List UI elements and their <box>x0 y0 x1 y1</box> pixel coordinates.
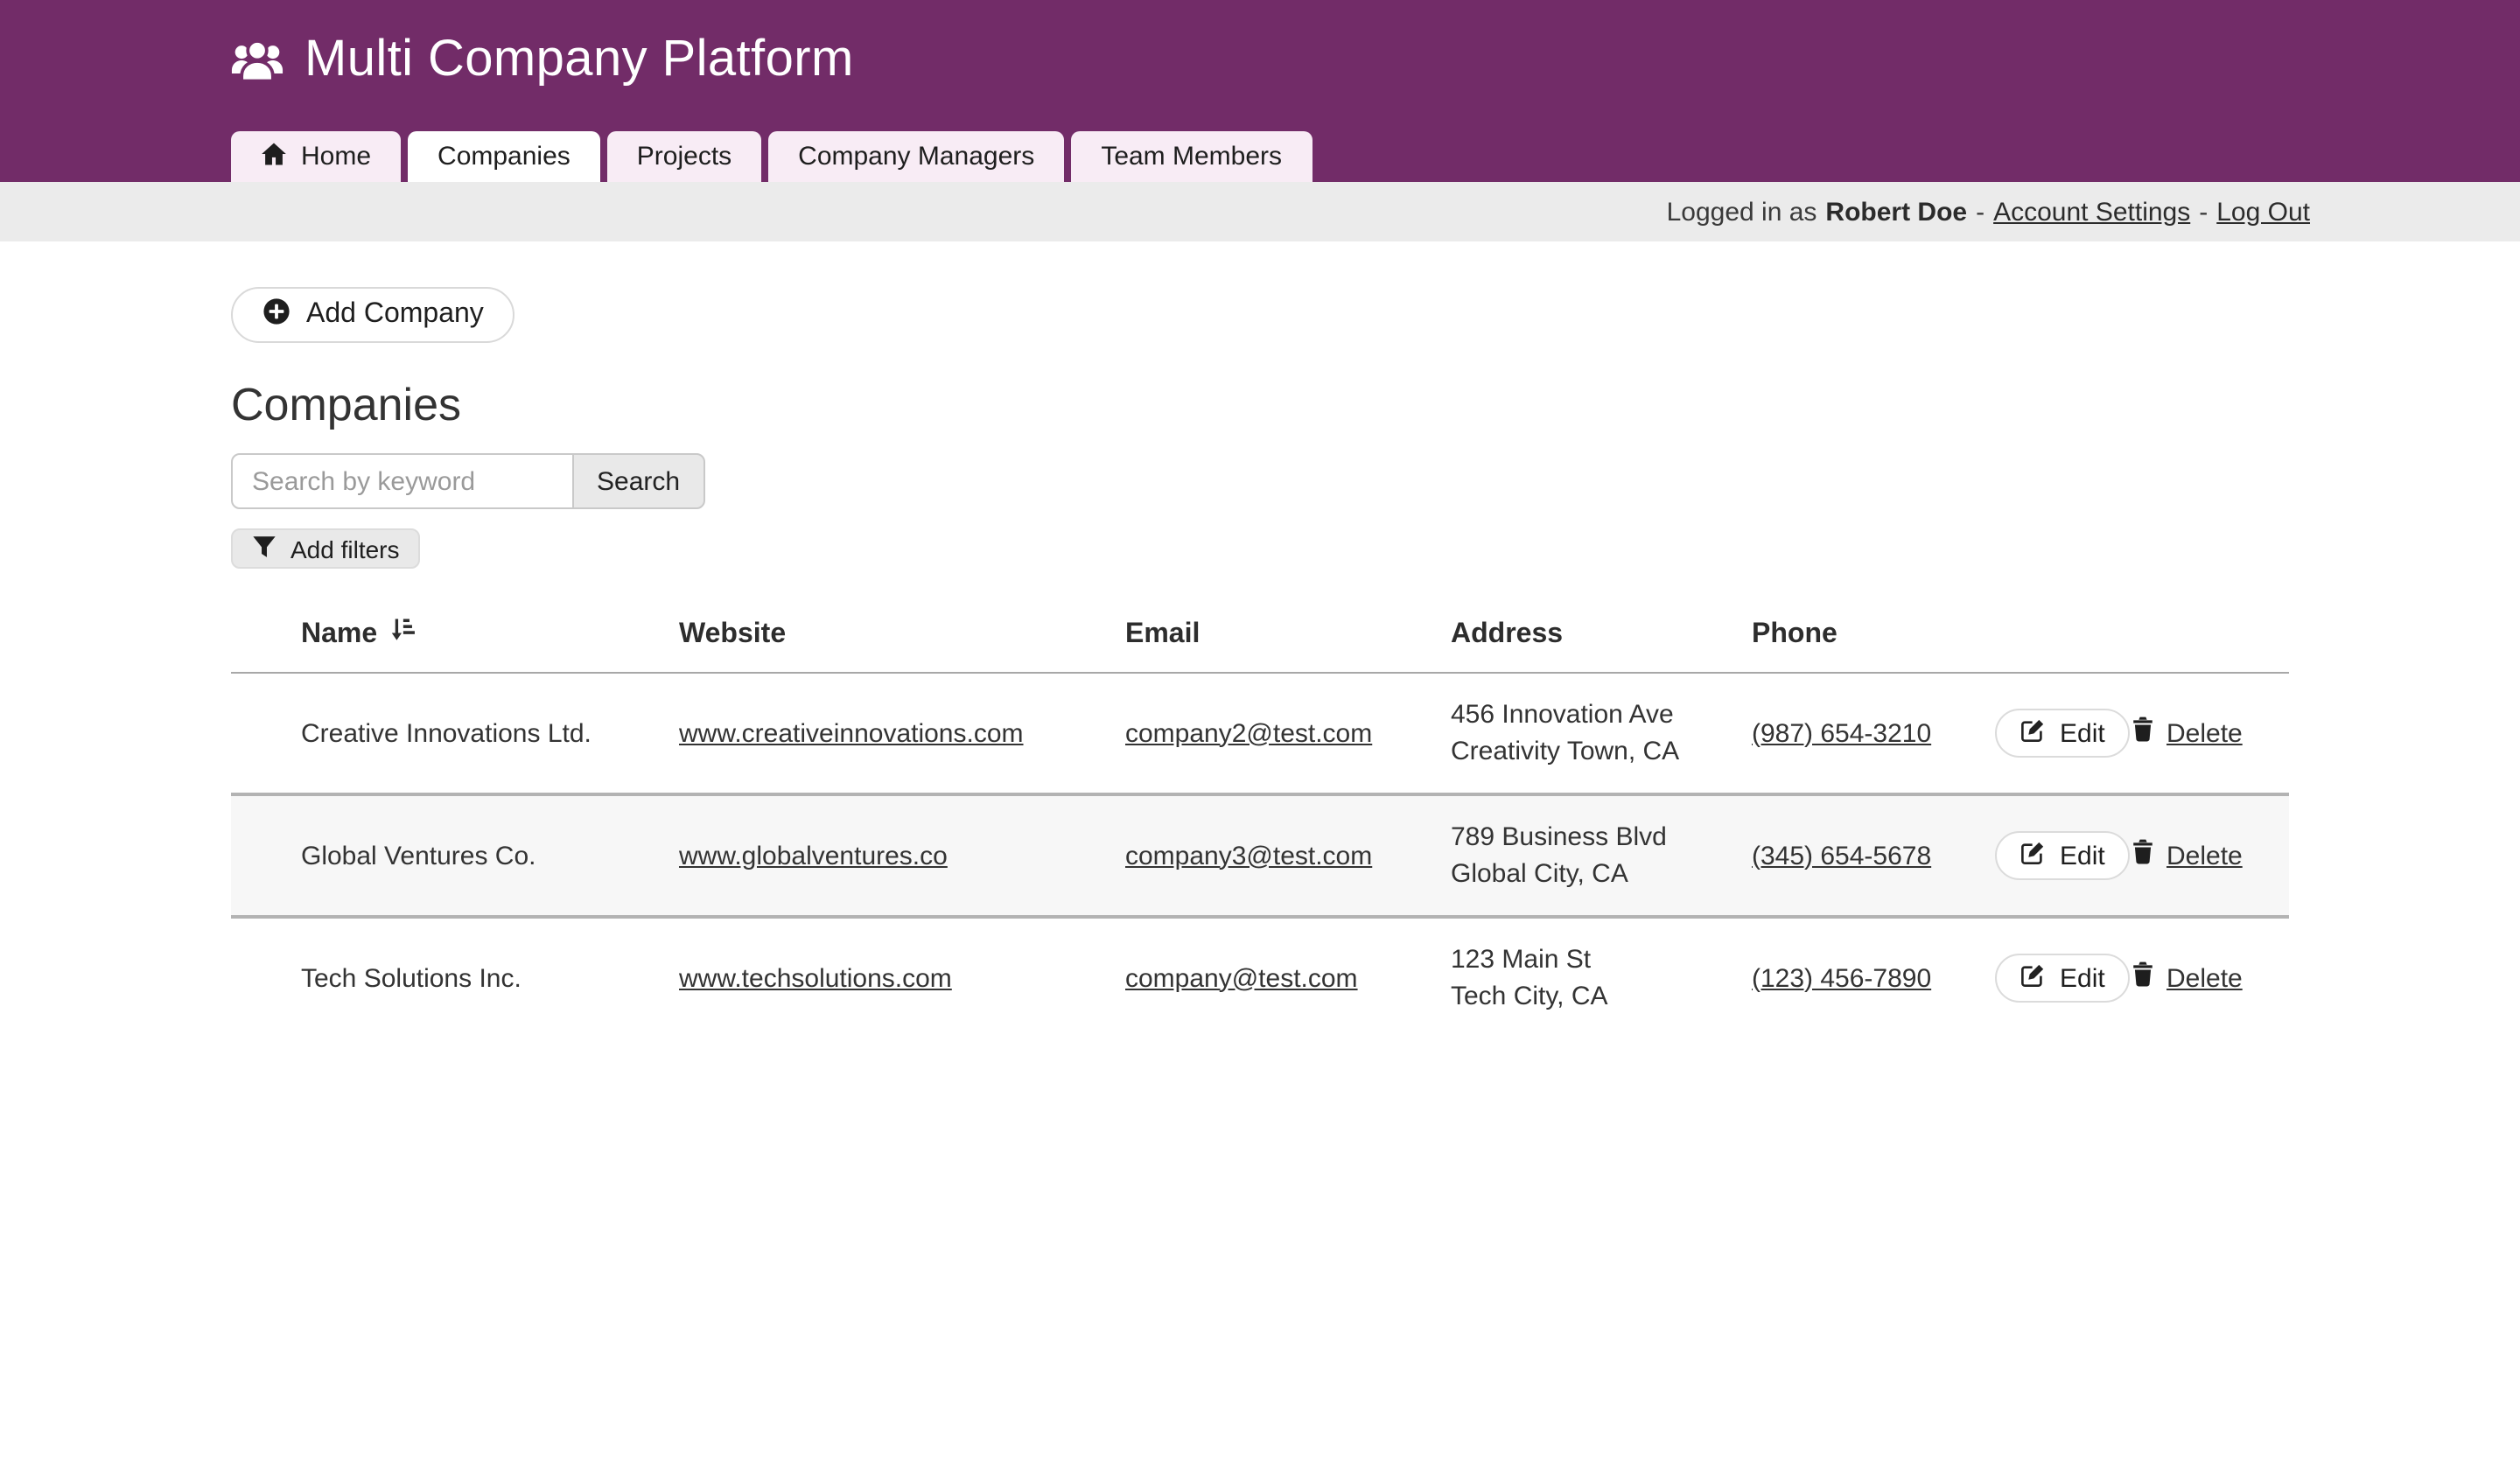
column-header-phone: Phone <box>1752 600 1995 673</box>
column-header-website: Website <box>679 600 1125 673</box>
add-company-button[interactable]: Add Company <box>231 287 515 343</box>
page-title: Companies <box>231 378 2289 430</box>
trash-icon <box>2132 715 2154 751</box>
delete-action[interactable]: Delete <box>2132 715 2243 751</box>
delete-action[interactable]: Delete <box>2132 837 2243 874</box>
logged-in-text: Logged in as <box>1667 197 1817 227</box>
app-title: Multi Company Platform <box>304 33 854 89</box>
tab-projects[interactable]: Projects <box>607 131 761 182</box>
phone-link[interactable]: (345) 654-5678 <box>1752 841 1931 870</box>
tab-company-managers[interactable]: Company Managers <box>768 131 1064 182</box>
cell-address: 123 Main St Tech City, CA <box>1451 917 1752 1038</box>
home-icon <box>261 141 287 172</box>
table-header-row: Name <box>231 600 2289 673</box>
search-input[interactable] <box>231 453 574 509</box>
brand: Multi Company Platform <box>231 33 2289 89</box>
main-nav: Home Companies Projects Company Managers… <box>231 131 2289 182</box>
edit-pen-square-icon <box>2020 961 2046 995</box>
website-link[interactable]: www.globalventures.co <box>679 841 948 870</box>
app-window: Multi Company Platform Home Companies Pr <box>0 0 2520 1482</box>
phone-link[interactable]: (987) 654-3210 <box>1752 718 1931 748</box>
phone-link[interactable]: (123) 456-7890 <box>1752 963 1931 993</box>
search-button[interactable]: Search <box>572 453 704 509</box>
email-link[interactable]: company@test.com <box>1125 963 1358 993</box>
table-row: Creative Innovations Ltd. www.creativein… <box>231 673 2289 794</box>
edit-button[interactable]: Edit <box>1995 709 2130 758</box>
cell-address: 789 Business Blvd Global City, CA <box>1451 794 1752 917</box>
companies-table: Name <box>231 600 2289 1038</box>
filter-funnel-icon <box>252 535 276 563</box>
column-header-address: Address <box>1451 600 1752 673</box>
search-bar: Search <box>231 453 2289 509</box>
account-bar: Logged in as Robert Doe - Account Settin… <box>0 182 2520 241</box>
username: Robert Doe <box>1825 197 1967 227</box>
delete-action[interactable]: Delete <box>2132 960 2243 996</box>
account-settings-link[interactable]: Account Settings <box>1993 197 2190 227</box>
tab-home[interactable]: Home <box>231 131 401 182</box>
users-icon <box>231 39 284 83</box>
website-link[interactable]: www.creativeinnovations.com <box>679 718 1024 748</box>
trash-icon <box>2132 837 2154 874</box>
website-link[interactable]: www.techsolutions.com <box>679 963 952 993</box>
table-row: Tech Solutions Inc. www.techsolutions.co… <box>231 917 2289 1038</box>
add-filters-button[interactable]: Add filters <box>231 528 421 569</box>
column-header-edit <box>1995 600 2132 673</box>
sort-amount-down-icon <box>388 618 414 651</box>
edit-pen-square-icon <box>2020 717 2046 750</box>
edit-button[interactable]: Edit <box>1995 831 2130 880</box>
cell-name: Creative Innovations Ltd. <box>231 673 679 794</box>
tab-companies[interactable]: Companies <box>408 131 600 182</box>
trash-icon <box>2132 960 2154 996</box>
edit-button[interactable]: Edit <box>1995 954 2130 1003</box>
separator: - <box>2199 197 2208 227</box>
column-header-email: Email <box>1125 600 1451 673</box>
column-header-delete <box>2132 600 2289 673</box>
email-link[interactable]: company3@test.com <box>1125 841 1372 870</box>
app-header: Multi Company Platform Home Companies Pr <box>0 0 2520 182</box>
separator: - <box>1976 197 1984 227</box>
plus-circle-icon <box>262 297 290 333</box>
cell-name: Tech Solutions Inc. <box>231 917 679 1038</box>
log-out-link[interactable]: Log Out <box>2216 197 2310 227</box>
cell-address: 456 Innovation Ave Creativity Town, CA <box>1451 673 1752 794</box>
tab-team-members[interactable]: Team Members <box>1071 131 1312 182</box>
cell-name: Global Ventures Co. <box>231 794 679 917</box>
column-header-name[interactable]: Name <box>231 600 679 673</box>
edit-pen-square-icon <box>2020 839 2046 872</box>
table-row: Global Ventures Co. www.globalventures.c… <box>231 794 2289 917</box>
main-content: Add Company Companies Search Add filters <box>231 241 2289 1038</box>
email-link[interactable]: company2@test.com <box>1125 718 1372 748</box>
